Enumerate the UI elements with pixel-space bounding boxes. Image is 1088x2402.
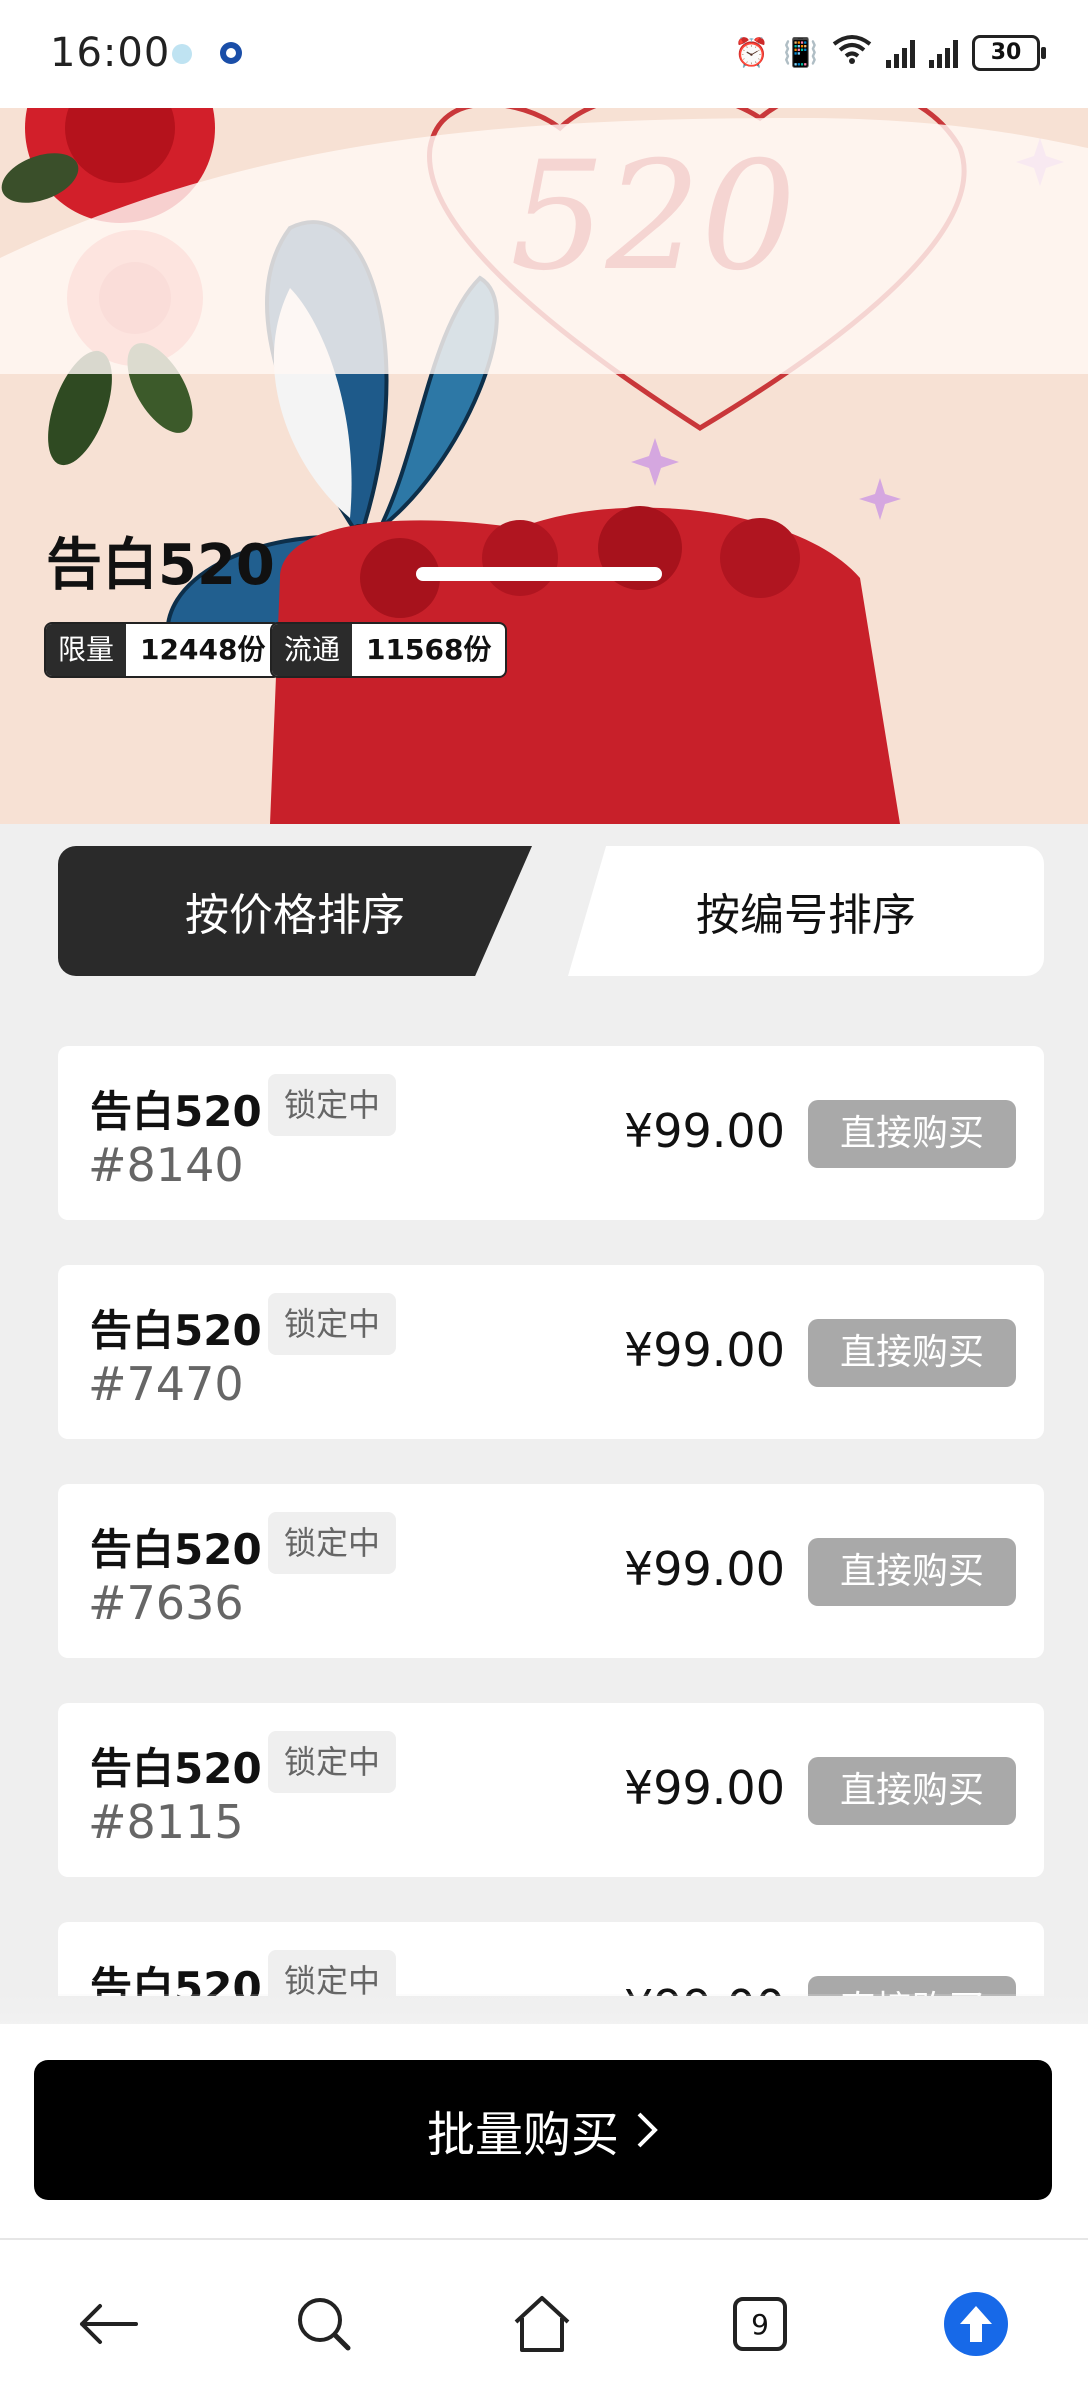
listing-list: 告白520 锁定中 #8140 ¥99.00 直接购买 告白520 锁定中 #7… xyxy=(58,1046,1044,1996)
status-badge: 锁定中 xyxy=(268,1074,397,1136)
tabs-icon[interactable]: 9 xyxy=(728,2292,792,2356)
buy-now-button[interactable]: 直接购买 xyxy=(808,1538,1016,1606)
hero-drag-handle[interactable] xyxy=(416,567,662,581)
status-badge: 锁定中 xyxy=(268,1293,397,1355)
alarm-icon: ⏰ xyxy=(734,36,770,69)
item-number: #8115 xyxy=(88,1795,244,1849)
notification-icon xyxy=(172,44,192,64)
home-icon[interactable] xyxy=(510,2292,574,2356)
status-badge: 锁定中 xyxy=(268,1512,397,1574)
status-badge: 锁定中 xyxy=(268,1950,397,1996)
list-item[interactable]: 告白520 锁定中 ¥99.00 直接购买 xyxy=(58,1922,1044,1996)
item-number: #7636 xyxy=(88,1576,244,1630)
list-item[interactable]: 告白520 锁定中 #7636 ¥99.00 直接购买 xyxy=(58,1484,1044,1658)
item-number: #8140 xyxy=(88,1138,244,1192)
status-time: 16:00 xyxy=(50,30,171,76)
tab-count: 9 xyxy=(733,2297,787,2351)
app-notification-icon xyxy=(220,42,242,64)
item-price: ¥99.00 xyxy=(624,1761,785,1815)
buy-now-button[interactable]: 直接购买 xyxy=(808,1100,1016,1168)
batch-buy-label: 批量购买 xyxy=(426,2107,619,2163)
hero-fade xyxy=(0,118,1088,374)
list-item[interactable]: 告白520 锁定中 #8140 ¥99.00 直接购买 xyxy=(58,1046,1044,1220)
item-number: #7470 xyxy=(88,1357,244,1411)
circulation-value: 11568份 xyxy=(366,633,492,666)
buy-now-button[interactable]: 直接购买 xyxy=(808,1757,1016,1825)
batch-buy-button[interactable]: 批量购买 xyxy=(34,2060,1052,2200)
signal-4g-icon xyxy=(886,38,915,68)
tab-sort-by-number[interactable]: 按编号排序 xyxy=(568,846,1044,976)
signal-4g-icon xyxy=(929,38,958,68)
item-price: ¥99.00 xyxy=(624,1104,785,1158)
item-name: 告白520 xyxy=(90,1525,262,1574)
limited-tag: 限量 12448份 xyxy=(44,622,282,678)
status-bar: 16:00 ⏰ 📳 30 xyxy=(0,0,1088,108)
search-icon[interactable] xyxy=(292,2292,356,2356)
tab-sort-by-price[interactable]: 按价格排序 xyxy=(58,846,532,976)
list-item[interactable]: 告白520 锁定中 #8115 ¥99.00 直接购买 xyxy=(58,1703,1044,1877)
vibrate-icon: 📳 xyxy=(783,36,818,69)
limited-label: 限量 xyxy=(46,624,127,676)
back-icon[interactable] xyxy=(76,2292,140,2356)
item-name: 告白520 xyxy=(90,1087,262,1136)
item-price: ¥99.00 xyxy=(624,1323,785,1377)
item-name: 告白520 xyxy=(90,1306,262,1355)
item-price: ¥99.00 xyxy=(624,1542,785,1596)
buy-now-button[interactable]: 直接购买 xyxy=(808,1319,1016,1387)
limited-value: 12448份 xyxy=(140,633,266,666)
circulation-tag: 流通 11568份 xyxy=(270,622,508,678)
wifi-icon xyxy=(832,34,872,71)
circulation-label: 流通 xyxy=(272,624,353,676)
batch-buy-bar: 批量购买 xyxy=(0,2024,1088,2238)
upload-icon[interactable] xyxy=(944,2292,1008,2356)
status-icons: ⏰ 📳 30 xyxy=(734,34,1046,71)
battery-indicator: 30 xyxy=(972,34,1046,71)
list-item[interactable]: 告白520 锁定中 #7470 ¥99.00 直接购买 xyxy=(58,1265,1044,1439)
item-name: 告白520 xyxy=(90,1744,262,1793)
buy-now-button[interactable]: 直接购买 xyxy=(808,1976,1016,1996)
status-badge: 锁定中 xyxy=(268,1731,397,1793)
browser-nav-bar: 9 xyxy=(0,2238,1088,2402)
hero-banner: 520 xyxy=(0,108,1088,824)
item-name: 告白520 xyxy=(90,1963,262,1996)
collection-title: 告白520 xyxy=(46,533,275,598)
chevron-right-icon xyxy=(637,2112,658,2148)
